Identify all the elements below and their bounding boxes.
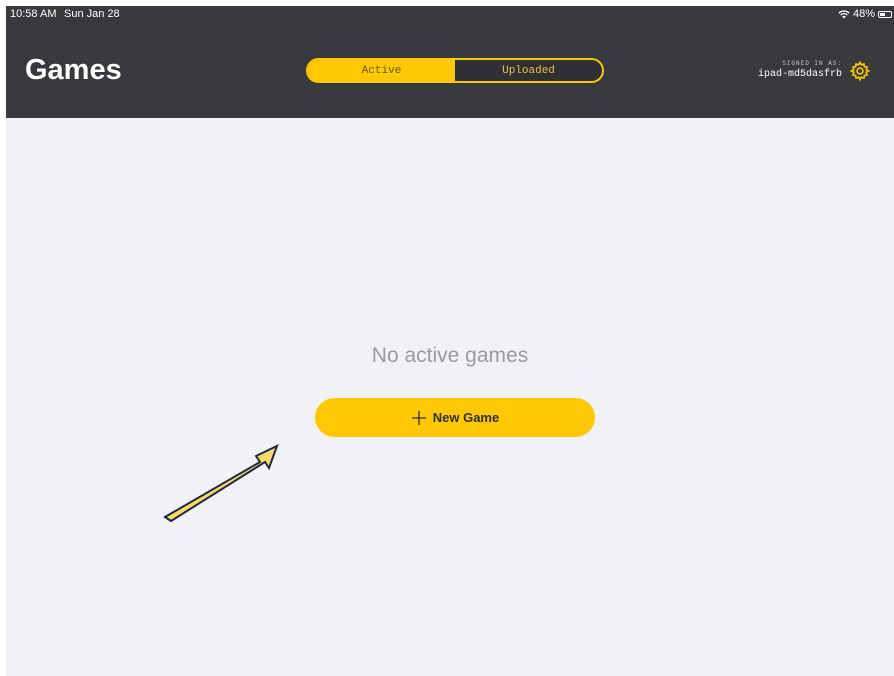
battery-percent: 48% — [852, 8, 875, 20]
new-game-label: New Game — [432, 410, 500, 425]
signed-in-info: SIGNED IN AS: ipad-md5dasfrb — [758, 60, 842, 81]
tab-uploaded[interactable]: Uploaded — [455, 60, 602, 81]
new-game-button[interactable]: New Game — [315, 398, 595, 437]
battery-level — [880, 12, 885, 16]
status-time: 10:58 AM — [10, 8, 57, 20]
status-bar: 10:58 AM Sun Jan 28 48% — [6, 6, 894, 22]
status-date: Sun Jan 28 — [64, 8, 120, 20]
status-right: 48% — [838, 6, 892, 22]
games-tab-switcher: Active Uploaded — [306, 58, 604, 83]
battery-icon — [878, 10, 892, 18]
signed-in-label: SIGNED IN AS: — [782, 60, 842, 67]
annotation-arrow-icon — [163, 444, 279, 523]
gear-icon[interactable] — [849, 60, 871, 82]
ipad-screen: 10:58 AM Sun Jan 28 48% Games Active Upl… — [6, 6, 894, 676]
tab-active[interactable]: Active — [308, 60, 455, 81]
plus-icon — [411, 410, 426, 425]
page-title: Games — [25, 54, 122, 86]
signed-in-username: ipad-md5dasfrb — [757, 69, 842, 80]
wifi-icon — [838, 9, 850, 18]
empty-state-message: No active games — [371, 344, 529, 367]
app-header: 10:58 AM Sun Jan 28 48% Games Active Upl… — [6, 6, 894, 118]
